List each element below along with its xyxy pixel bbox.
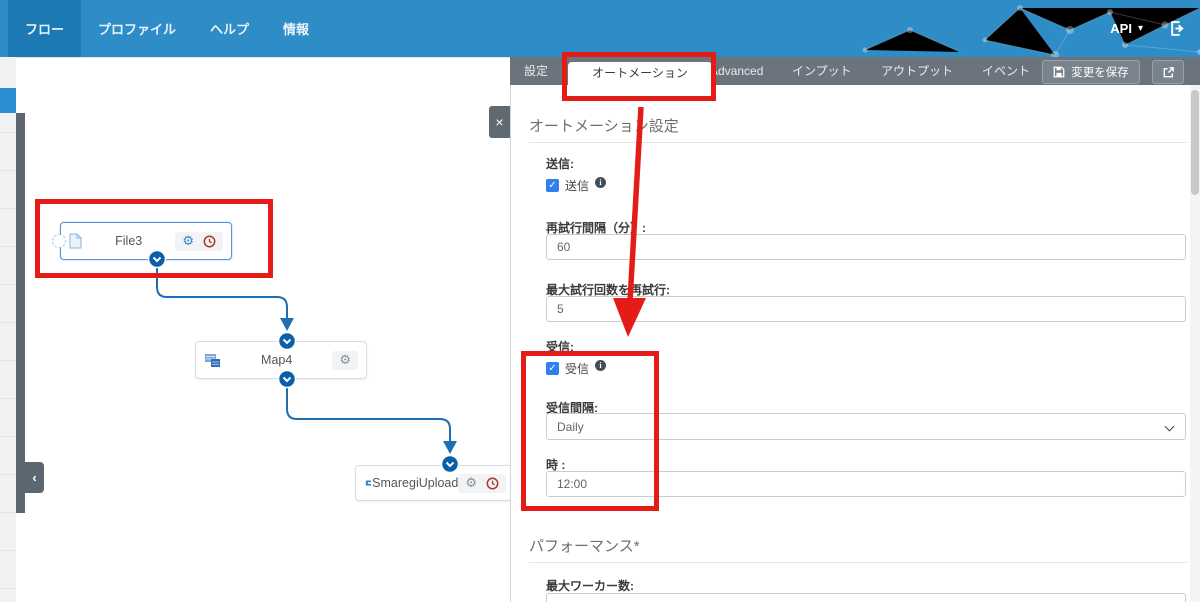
chevron-down-icon: ▾	[1137, 23, 1143, 34]
save-icon	[1053, 66, 1065, 78]
nav-item-flow[interactable]: フロー	[8, 0, 82, 57]
panel-scrollbar-thumb[interactable]	[1191, 90, 1199, 195]
section-title-automation: オートメーション設定	[529, 118, 679, 135]
automation-settings-panel: オートメーション設定 送信: ✓ 送信 i 再試行間隔（分）: 最大試行回数を再…	[510, 85, 1200, 602]
section-title-performance: パフォーマンス*	[529, 538, 640, 555]
expand-panel-handle[interactable]: ‹	[25, 462, 44, 493]
selected-palette-item[interactable]	[0, 88, 16, 113]
logout-icon[interactable]	[1169, 20, 1186, 37]
chevron-down-icon	[1164, 421, 1175, 432]
chevron-left-icon: ‹	[32, 470, 37, 485]
node-label: Map4	[261, 353, 293, 367]
save-label: 変更を保存	[1071, 67, 1129, 79]
section-divider	[529, 562, 1187, 563]
tab-output[interactable]: アウトプット	[881, 57, 953, 85]
section-divider	[529, 142, 1187, 143]
max-workers-label: 最大ワーカー数:	[546, 579, 634, 593]
external-link-icon	[1163, 66, 1174, 77]
map-icon	[205, 353, 220, 367]
nav-menu: フロー プロファイル ヘルプ 情報	[8, 0, 326, 57]
gear-icon[interactable]: ⚙	[339, 354, 351, 367]
receive-interval-value: Daily	[557, 419, 584, 434]
app-window: フロー プロファイル ヘルプ 情報 API ▾ ‹ File3 ⚙ Map4 ⚙…	[0, 0, 1200, 602]
flow-node-file3[interactable]: File3 ⚙	[52, 222, 232, 260]
flow-node-map4[interactable]: Map4 ⚙	[195, 341, 367, 379]
timer-icon[interactable]	[203, 235, 216, 248]
retry-interval-input[interactable]	[546, 234, 1186, 260]
gear-icon[interactable]: ⚙	[182, 235, 194, 248]
max-retries-input[interactable]	[546, 296, 1186, 322]
nav-item-help[interactable]: ヘルプ	[193, 0, 266, 57]
tab-advanced[interactable]: Advanced	[710, 57, 763, 85]
save-changes-button[interactable]: 変更を保存	[1042, 60, 1140, 84]
smaregi-icon	[365, 480, 371, 486]
receive-checkbox-label: 受信	[565, 362, 590, 376]
nav-item-info[interactable]: 情報	[266, 0, 326, 57]
nav-item-profile[interactable]: プロファイル	[81, 0, 193, 57]
info-icon: i	[595, 177, 607, 188]
max-workers-input[interactable]	[546, 593, 1186, 602]
flow-node-smaregiupload[interactable]: SmaregiUpload ⚙	[355, 465, 515, 501]
node-action-box: ⚙	[332, 350, 358, 370]
gear-icon[interactable]: ⚙	[465, 477, 477, 490]
close-icon: ×	[495, 114, 504, 130]
node-action-box: ⚙	[458, 473, 506, 493]
send-checkbox-label: 送信	[565, 179, 590, 193]
panel-close-button[interactable]: ×	[489, 106, 510, 138]
receive-checkbox[interactable]: ✓	[546, 362, 559, 375]
tab-events[interactable]: イベント	[982, 57, 1030, 85]
trigger-port-icon[interactable]	[52, 234, 66, 248]
node-label: File3	[115, 234, 143, 248]
receive-interval-select[interactable]: Daily	[546, 413, 1186, 440]
api-label: API	[1110, 21, 1132, 36]
rail-divider-bar	[16, 113, 25, 513]
info-icon: i	[595, 360, 607, 371]
node-label: SmaregiUpload	[372, 476, 459, 490]
receive-label: 受信:	[546, 340, 574, 354]
api-dropdown[interactable]: API ▾	[1110, 21, 1143, 36]
timer-icon[interactable]	[486, 477, 499, 490]
time-input[interactable]	[546, 471, 1186, 497]
tab-automation[interactable]: オートメーション	[568, 62, 712, 85]
open-external-button[interactable]	[1152, 60, 1184, 84]
check-icon: ✓	[548, 180, 557, 191]
tab-input[interactable]: インプット	[792, 57, 852, 85]
top-navbar: フロー プロファイル ヘルプ 情報 API ▾	[0, 0, 1200, 57]
check-icon: ✓	[548, 363, 557, 374]
send-label: 送信:	[546, 157, 574, 171]
tab-settings[interactable]: 設定	[524, 57, 548, 85]
send-checkbox[interactable]: ✓	[546, 179, 559, 192]
file-icon	[69, 233, 82, 249]
node-action-box: ⚙	[175, 231, 223, 251]
collapsed-palette-rail	[0, 57, 16, 602]
